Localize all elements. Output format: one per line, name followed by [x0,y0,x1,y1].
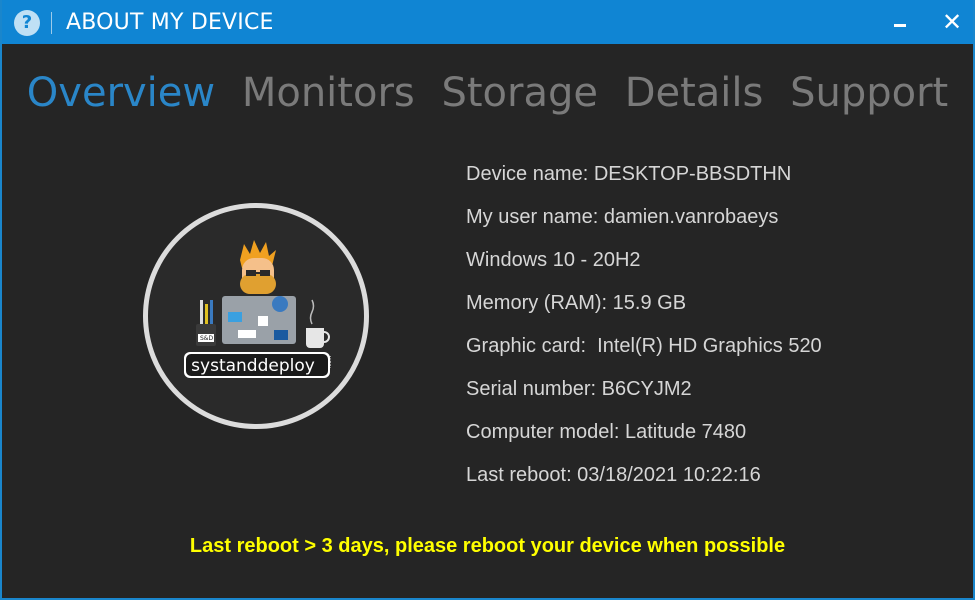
graphic-card: Graphic card: Intel(R) HD Graphics 520 [466,335,822,357]
logo-text: systanddeploy [191,356,315,376]
minimize-button[interactable] [890,14,914,34]
logo-badge: S&D [200,335,213,342]
tab-bar: Overview Monitors Storage Details Suppor… [2,70,973,116]
tab-storage[interactable]: Storage [441,70,598,116]
close-button[interactable]: ✕ [940,8,964,36]
tab-details[interactable]: Details [625,70,764,116]
last-reboot: Last reboot: 03/18/2021 10:22:16 [466,464,761,486]
memory: Memory (RAM): 15.9 GB [466,292,687,314]
os-version: Windows 10 - 20H2 [466,249,641,271]
about-window: ? ABOUT MY DEVICE ✕ Overview Monitors St… [0,0,975,600]
tab-overview[interactable]: Overview [27,70,215,116]
computer-model: Computer model: Latitude 7480 [466,421,747,443]
question-circle-icon[interactable]: ? [14,10,40,36]
user-name: My user name: damien.vanrobaeys [466,206,779,228]
title-separator [51,12,52,34]
minimize-icon [894,24,906,27]
title-bar: ? ABOUT MY DEVICE ✕ [2,0,973,44]
serial-number: Serial number: B6CYJM2 [466,378,692,400]
tab-monitors[interactable]: Monitors [242,70,415,116]
device-name: Device name: DESKTOP-BBSDTHN [466,163,792,185]
reboot-warning: Last reboot > 3 days, please reboot your… [189,535,786,557]
window-title: ABOUT MY DEVICE [66,10,274,35]
logo-suffix: .com [327,356,333,368]
logo-illustration: systanddeploy .com S&D [184,240,333,378]
tab-support[interactable]: Support [790,70,948,116]
device-info-panel: Device name: DESKTOP-BBSDTHN My user nam… [466,160,822,504]
systanddeploy-logo: systanddeploy .com S&D [143,203,369,429]
